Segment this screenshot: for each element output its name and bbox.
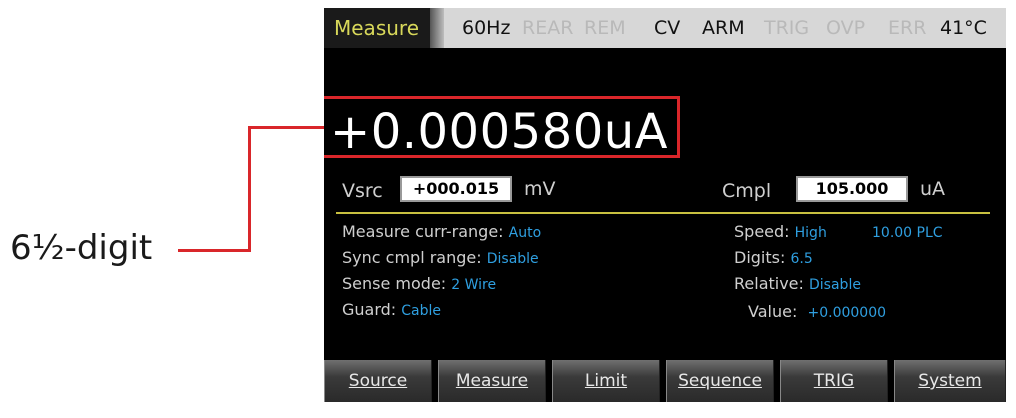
setting-relative[interactable]: Relative: Disable xyxy=(734,274,861,293)
setting-sync-cmpl-range[interactable]: Sync cmpl range: Disable xyxy=(342,248,539,267)
reading-highlight-box xyxy=(324,96,680,158)
softkey-source[interactable]: Source xyxy=(324,360,432,402)
softkey-trig[interactable]: TRIG xyxy=(780,360,888,402)
setting-sense-mode[interactable]: Sense mode: 2 Wire xyxy=(342,274,496,293)
cmpl-label: Cmpl xyxy=(722,180,772,202)
vsrc-label: Vsrc xyxy=(342,180,383,202)
status-cv: CV xyxy=(654,17,681,39)
mode-tab-shade xyxy=(430,8,444,48)
status-arm: ARM xyxy=(702,17,745,39)
setting-measure-range[interactable]: Measure curr-range: Auto xyxy=(342,222,541,241)
softkey-bar: Source Measure Limit Sequence TRIG Syste… xyxy=(324,360,1006,402)
status-freq: 60Hz xyxy=(462,17,511,39)
callout-label: 6½-digit xyxy=(10,228,153,268)
softkey-measure[interactable]: Measure xyxy=(438,360,546,402)
setting-digits[interactable]: Digits: 6.5 xyxy=(734,248,813,267)
yellow-divider xyxy=(336,212,990,214)
callout-line-top xyxy=(248,126,324,129)
mode-tab-measure[interactable]: Measure xyxy=(324,8,436,48)
status-rem: REM xyxy=(584,17,626,39)
setting-guard[interactable]: Guard: Cable xyxy=(342,300,441,319)
status-ovp: OVP xyxy=(826,17,866,39)
setting-speed-plc: 10.00 PLC xyxy=(872,225,943,241)
softkey-sequence[interactable]: Sequence xyxy=(666,360,774,402)
callout-line-vertical xyxy=(248,126,251,252)
instrument-screen: Measure 60Hz REAR REM CV ARM TRIG OVP ER… xyxy=(324,8,1006,402)
softkey-limit[interactable]: Limit xyxy=(552,360,660,402)
setting-speed[interactable]: Speed: High xyxy=(734,222,827,241)
status-bar: Measure 60Hz REAR REM CV ARM TRIG OVP ER… xyxy=(324,8,1006,48)
setting-relative-value[interactable]: Value: +0.000000 xyxy=(748,302,886,321)
softkey-system[interactable]: System xyxy=(894,360,1006,402)
status-temperature: 41°C xyxy=(940,17,987,39)
status-rear: REAR xyxy=(522,17,574,39)
callout-line-horizontal xyxy=(178,249,250,252)
status-err: ERR xyxy=(888,17,927,39)
status-trig: TRIG xyxy=(764,17,810,39)
vsrc-field[interactable]: +000.015 xyxy=(400,176,512,202)
vsrc-unit: mV xyxy=(524,178,556,200)
cmpl-field[interactable]: 105.000 xyxy=(796,176,908,202)
cmpl-unit: uA xyxy=(920,178,946,200)
